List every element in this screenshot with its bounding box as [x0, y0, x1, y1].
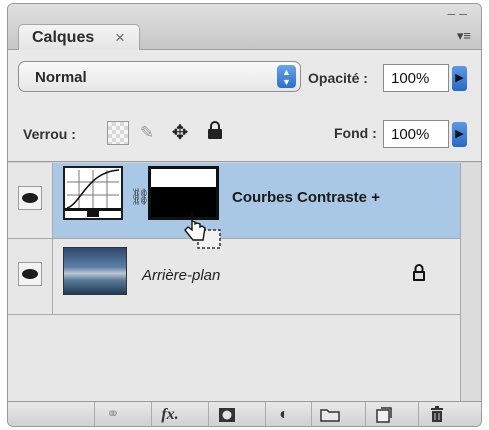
opacity-slider-button[interactable]: ▶: [452, 66, 467, 91]
lock-glyph: [208, 121, 222, 139]
lock-icon[interactable]: [204, 121, 226, 145]
background-thumbnail[interactable]: [63, 247, 127, 295]
fx-icon[interactable]: fx.: [151, 402, 188, 426]
trash-glyph: [431, 406, 443, 422]
lock-label: Verrou :: [23, 126, 76, 142]
folder-icon[interactable]: [311, 402, 348, 426]
layer-row-courbes[interactable]: ⛓ Courbes Contraste +: [8, 163, 460, 249]
lock-glyph: [413, 264, 425, 281]
layers-toolbar: Normal ▲ ▼ Opacité : 100% ▶ Verrou : ✎ ✥ …: [8, 50, 481, 162]
opacity-label: Opacité :: [308, 70, 368, 86]
visibility-cell: [8, 163, 53, 238]
trash-icon[interactable]: [418, 402, 455, 426]
tab-calques[interactable]: Calques ×: [18, 24, 140, 51]
adjustment-layer-icon[interactable]: ◐: [265, 402, 302, 426]
eye-icon[interactable]: [18, 262, 42, 286]
link-icon[interactable]: ⚭: [94, 402, 131, 426]
curves-graph-icon: [65, 169, 121, 217]
panel-titlebar: Calques × – – ▾≡: [8, 4, 481, 51]
layer-name: Courbes Contraste +: [232, 189, 380, 206]
eye-icon[interactable]: [18, 186, 42, 210]
curves-thumbnail[interactable]: [63, 166, 123, 220]
add-mask-icon[interactable]: [208, 402, 245, 426]
new-layer-glyph: [376, 407, 392, 423]
layers-bottom-bar: ⚭ fx. ◐: [8, 401, 481, 426]
move-icon[interactable]: ✥: [169, 121, 191, 145]
layers-panel: Calques × – – ▾≡ Normal ▲ ▼ Opacité : 100…: [7, 3, 482, 427]
add-mask-glyph: [219, 408, 235, 422]
tab-label: Calques: [32, 29, 95, 46]
visibility-cell: [8, 239, 53, 314]
opacity-field[interactable]: 100%: [383, 64, 449, 92]
layers-list: ⛓ Courbes Contraste + Arrière-plan: [8, 163, 460, 401]
folder-glyph: [320, 409, 340, 422]
layer-name: Arrière-plan: [142, 267, 221, 284]
blend-mode-select[interactable]: Normal ▲ ▼: [18, 61, 301, 92]
lock-transparency-icon[interactable]: [107, 121, 129, 145]
select-arrows-icon: ▲ ▼: [277, 65, 296, 88]
fill-label: Fond :: [334, 125, 377, 141]
layer-row-arriere-plan[interactable]: Arrière-plan: [8, 239, 460, 315]
layers-scrollbar[interactable]: [460, 163, 481, 401]
fill-field[interactable]: 100%: [383, 120, 449, 148]
lock-icon: [412, 264, 426, 285]
close-icon[interactable]: ×: [115, 28, 125, 48]
collapse-icon[interactable]: – –: [448, 6, 467, 20]
fill-slider-button[interactable]: ▶: [452, 122, 467, 147]
blend-mode-value: Normal: [35, 69, 87, 86]
new-layer-icon[interactable]: [365, 402, 402, 426]
brush-icon[interactable]: ✎: [136, 121, 158, 145]
panel-menu-icon[interactable]: ▾≡: [457, 28, 471, 44]
